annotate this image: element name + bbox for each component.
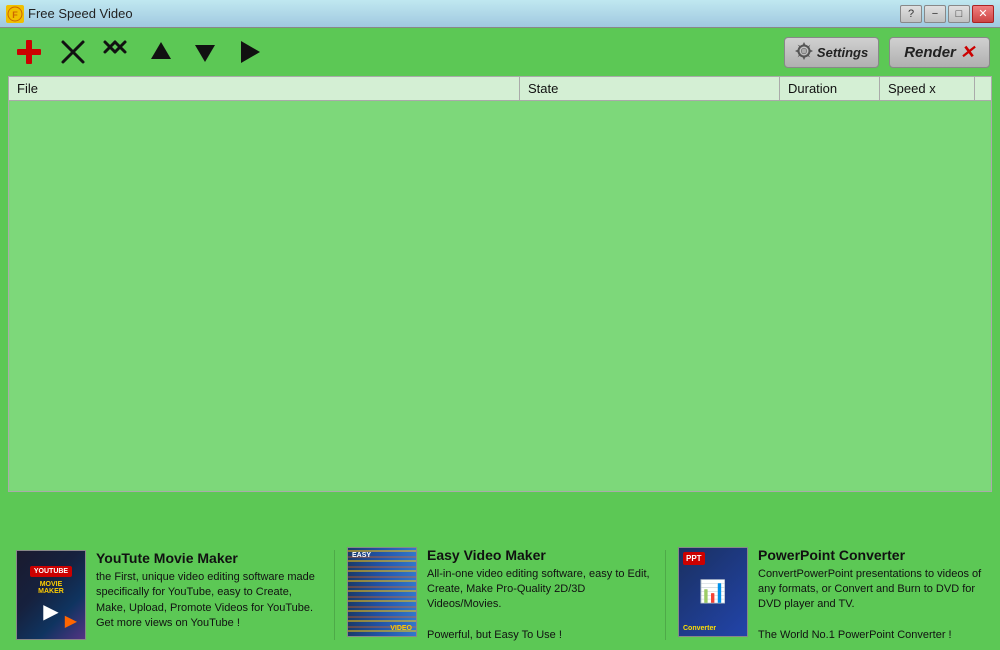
window-controls: ? − □ ✕ [900,5,994,23]
column-speed: Speed x [880,77,975,100]
promo-youtube-desc: the First, unique video editing software… [96,570,322,632]
move-down-button[interactable] [186,33,224,71]
column-state: State [520,77,780,100]
app-title: Free Speed Video [28,6,133,21]
promo-easy-desc: All-in-one video editing software, easy … [427,567,653,644]
promo-ppt-text: PowerPoint Converter ConvertPowerPoint p… [758,547,984,644]
promo-easy-text: Easy Video Maker All-in-one video editin… [427,547,653,644]
remove-all-button[interactable] [98,33,136,71]
title-bar: F Free Speed Video ? − □ ✕ [0,0,1000,28]
render-x-icon: ✕ [960,42,975,63]
promo-sep-2 [665,550,666,640]
render-button[interactable]: Render ✕ [889,37,990,68]
column-extra [975,77,991,100]
promo-area: YOUTUBE MOVIEMAKER ▶ YouTute Movie Maker… [0,540,1000,650]
promo-ppt-desc: ConvertPowerPoint presentations to video… [758,567,984,644]
add-file-button[interactable] [10,33,48,71]
column-duration: Duration [780,77,880,100]
maximize-button[interactable]: □ [948,5,970,23]
toolbar-right: Settings Render ✕ [784,37,990,68]
promo-youtube-title: YouTute Movie Maker [96,550,322,566]
minimize-button[interactable]: − [924,5,946,23]
help-button[interactable]: ? [900,5,922,23]
settings-label: Settings [817,45,868,60]
column-file: File [9,77,520,100]
promo-easy-image: EASY VIDEO [347,547,417,637]
promo-ppt-title: PowerPoint Converter [758,547,984,563]
promo-ppt[interactable]: PPT 📊 Converter PowerPoint Converter Con… [678,547,984,644]
close-button[interactable]: ✕ [972,5,994,23]
promo-youtube-image: YOUTUBE MOVIEMAKER ▶ [16,550,86,640]
app-icon: F [6,5,24,23]
svg-text:F: F [12,10,18,20]
gear-icon [795,42,813,63]
play-button[interactable] [230,33,268,71]
file-list-body[interactable] [9,101,991,491]
file-list: File State Duration Speed x [8,76,992,492]
settings-button[interactable]: Settings [784,37,879,68]
toolbar: Settings Render ✕ [0,28,1000,76]
remove-file-button[interactable] [54,33,92,71]
promo-easy-title: Easy Video Maker [427,547,653,563]
render-label: Render [904,44,956,61]
file-list-header: File State Duration Speed x [9,77,991,101]
title-bar-left: F Free Speed Video [6,5,133,23]
promo-easy[interactable]: EASY VIDEO Easy Video Maker All-in-one v… [347,547,653,644]
move-up-button[interactable] [142,33,180,71]
promo-sep-1 [334,550,335,640]
promo-youtube-text: YouTute Movie Maker the First, unique vi… [96,550,322,632]
promo-youtube[interactable]: YOUTUBE MOVIEMAKER ▶ YouTute Movie Maker… [16,550,322,640]
promo-ppt-image: PPT 📊 Converter [678,547,748,637]
